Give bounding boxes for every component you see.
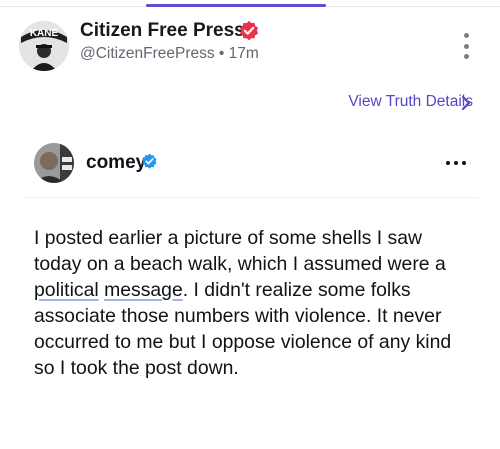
- embedded-author-avatar[interactable]: [34, 143, 74, 183]
- separator-dot: •: [218, 45, 225, 62]
- view-truth-details-label: View Truth Details: [348, 93, 473, 110]
- view-truth-details-link[interactable]: View Truth Details: [348, 93, 473, 111]
- chevron-right-icon[interactable]: [460, 94, 472, 112]
- author-avatar[interactable]: KANE: [19, 21, 69, 71]
- embedded-avatar-image: [34, 143, 74, 183]
- avatar-image: KANE: [19, 21, 69, 71]
- dot: [463, 54, 469, 59]
- more-options-icon[interactable]: [459, 33, 473, 59]
- dot: [462, 161, 466, 165]
- embedded-post-text: I posted earlier a picture of some shell…: [34, 225, 474, 381]
- dot: [463, 33, 469, 38]
- author-name[interactable]: Citizen Free Press: [80, 20, 245, 42]
- dot: [446, 161, 450, 165]
- underlined-word: message: [104, 279, 183, 301]
- verified-badge-icon: [239, 20, 259, 41]
- author-handle[interactable]: @CitizenFreePress: [80, 45, 215, 62]
- verified-badge-icon: [142, 153, 157, 169]
- post-time: 17m: [228, 45, 259, 62]
- embedded-author-name[interactable]: comey: [86, 152, 146, 174]
- handle-row: @CitizenFreePress • 17m: [80, 45, 259, 63]
- dot: [463, 43, 469, 49]
- post-text-part: I posted earlier a picture of some shell…: [34, 227, 446, 275]
- underlined-word: political: [34, 279, 99, 301]
- avatar-badge-text: KANE: [30, 28, 59, 39]
- active-tab-indicator: [146, 4, 326, 7]
- embedded-more-icon[interactable]: [446, 161, 466, 167]
- dot: [454, 161, 458, 165]
- card-divider: [24, 197, 478, 198]
